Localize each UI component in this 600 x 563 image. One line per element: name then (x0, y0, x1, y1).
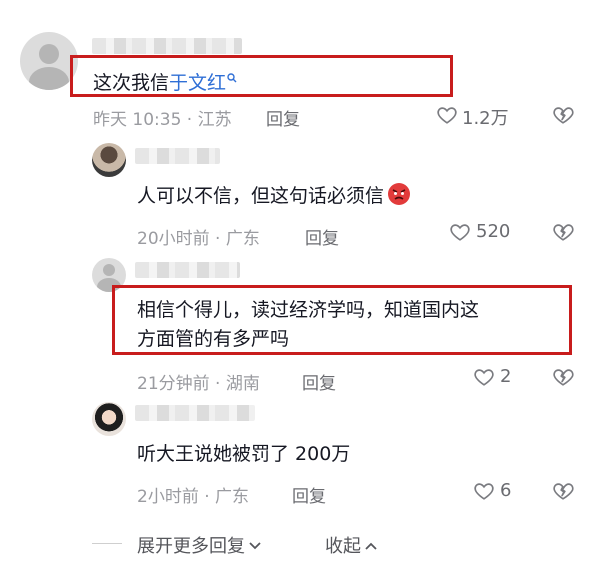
comment-time-location: 20小时前 · 广东 (137, 229, 260, 249)
comment-text: 人可以不信，但这句话必须信 (137, 182, 411, 214)
comment-text: 听大王说她被罚了 200万 (137, 443, 351, 465)
broken-heart-icon[interactable] (552, 221, 574, 243)
chevron-down-icon (248, 535, 262, 556)
collapse-replies-label: 收起 (325, 536, 361, 557)
divider (92, 543, 122, 544)
avatar[interactable] (92, 143, 126, 177)
reply-button[interactable]: 回复 (302, 369, 336, 394)
avatar-placeholder-head (39, 44, 59, 64)
heart-icon[interactable] (436, 104, 458, 126)
avatar-placeholder-head (103, 264, 115, 276)
comment-text-plain: 这次我信 (93, 72, 170, 94)
search-link-label: 于文红 (169, 72, 227, 94)
username-blurred[interactable] (135, 405, 255, 421)
expand-more-replies-label: 展开更多回复 (137, 536, 245, 557)
chevron-up-icon (364, 535, 378, 556)
search-icon (227, 63, 237, 91)
avatar[interactable] (92, 402, 126, 436)
comment-text-body: 人可以不信，但这句话必须信 (137, 185, 385, 207)
broken-heart-icon[interactable] (552, 104, 574, 126)
reply-button[interactable]: 回复 (292, 482, 326, 507)
comment-text-line2: 方面管的有多严吗 (137, 328, 290, 350)
comment-time-location: 21分钟前 · 湖南 (137, 374, 260, 394)
broken-heart-icon[interactable] (552, 480, 574, 502)
broken-heart-icon[interactable] (552, 366, 574, 388)
username-blurred[interactable] (92, 38, 242, 54)
comment-text: 这次我信于文红 (93, 63, 237, 97)
username-blurred[interactable] (135, 148, 220, 164)
heart-icon[interactable] (473, 480, 495, 502)
like-count: 2 (500, 366, 512, 387)
heart-icon[interactable] (473, 366, 495, 388)
comment-time-location: 2小时前 · 广东 (137, 487, 250, 507)
comment-time-location: 昨天 10:35 · 江苏 (93, 110, 232, 130)
heart-icon[interactable] (449, 221, 471, 243)
angry-emoji-icon (387, 182, 411, 214)
reply-button[interactable]: 回复 (266, 105, 300, 130)
expand-more-replies-button[interactable]: 展开更多回复 (137, 532, 262, 558)
like-count: 520 (476, 221, 511, 242)
search-link[interactable]: 于文红 (169, 72, 237, 94)
like-count: 1.2万 (462, 108, 509, 129)
username-blurred[interactable] (135, 262, 240, 278)
reply-button[interactable]: 回复 (305, 224, 339, 249)
comment-text-line1: 相信个得儿，读过经济学吗，知道国内这 (137, 299, 480, 321)
collapse-replies-button[interactable]: 收起 (325, 532, 378, 558)
like-count: 6 (500, 480, 512, 501)
avatar-placeholder-body (29, 67, 69, 90)
